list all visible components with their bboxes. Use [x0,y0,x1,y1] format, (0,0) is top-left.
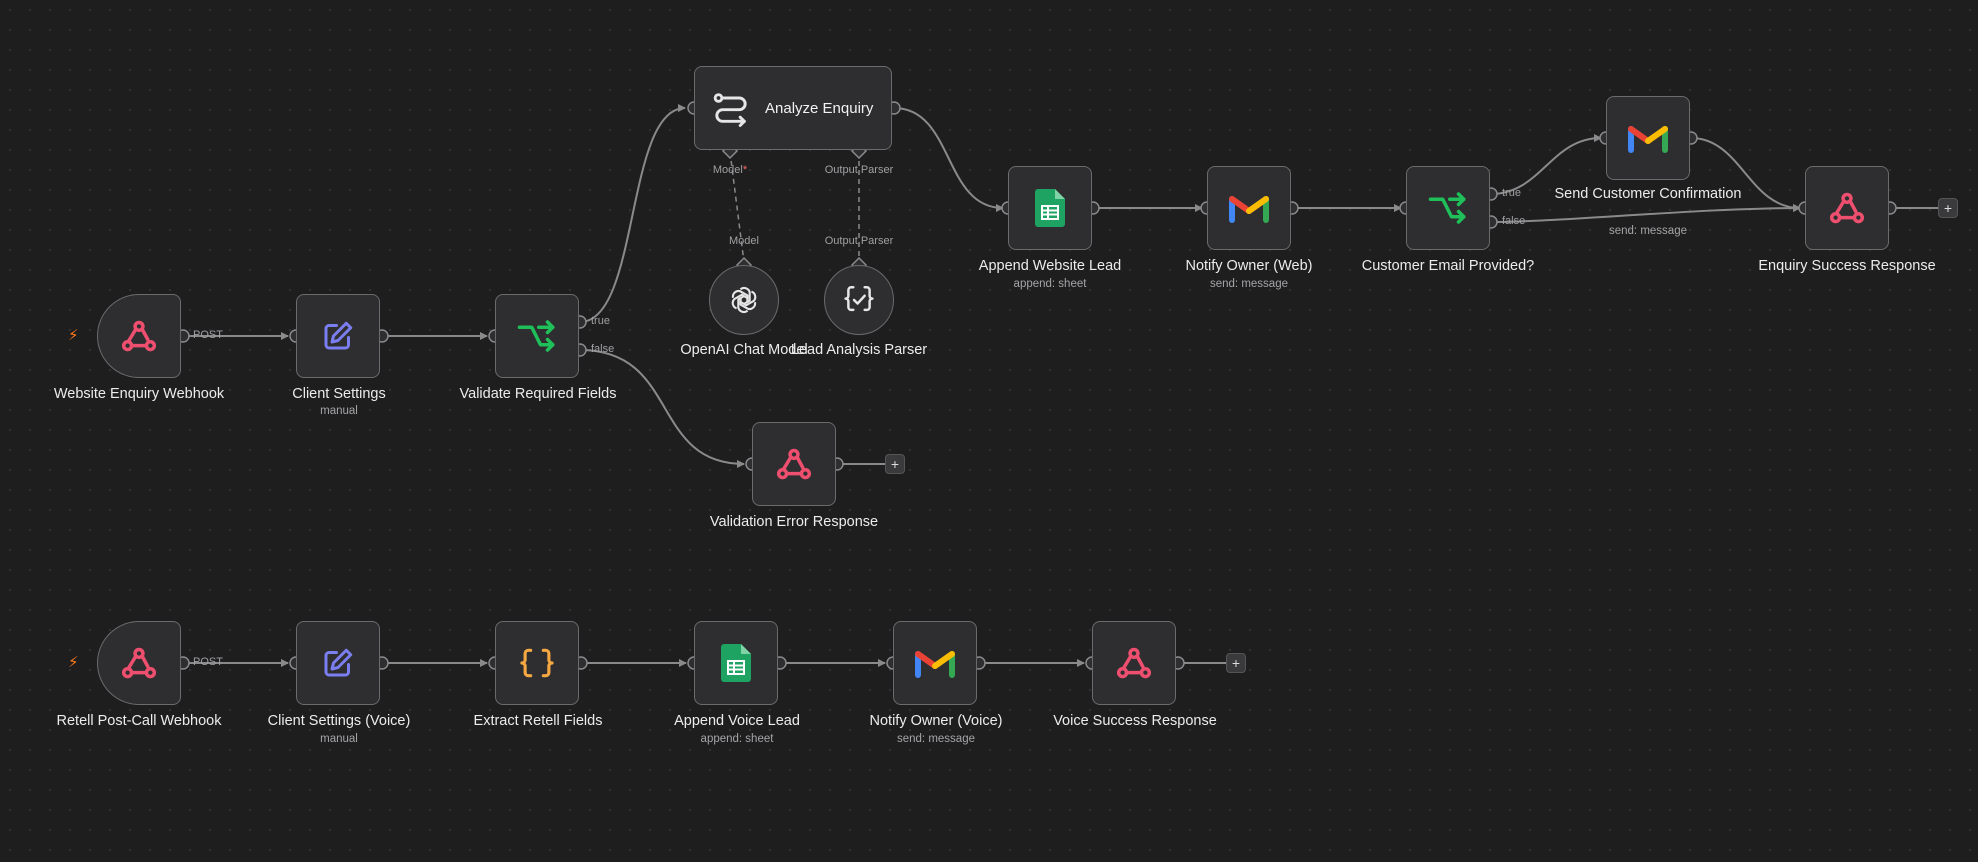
validation-error-response-label: Validation Error Response [709,514,879,530]
webhook-icon [1116,647,1152,679]
port-label-false: false [591,343,615,355]
retell-post-call-webhook-label: Retell Post-Call Webhook [56,713,222,729]
send-customer-confirmation-label: Send Customer Confirmation [1554,186,1742,202]
pencil-square-icon [324,321,353,350]
curly-braces-icon [520,648,554,678]
customer-email-check-label: Customer Email Provided? [1361,258,1535,274]
website-enquiry-webhook-node[interactable] [97,294,181,378]
notify-owner-web-label: Notify Owner (Web) [1185,258,1313,274]
branch-icon [1428,192,1466,224]
enquiry-success-response-label: Enquiry Success Response [1758,258,1936,274]
extract-retell-fields-node[interactable] [495,621,579,705]
openai-icon [731,286,757,314]
notify-owner-voice-label: Notify Owner (Voice) [869,713,1003,729]
webhook-icon [1829,192,1865,224]
port-label-output-parser: Output Parser [824,164,894,176]
append-website-lead-node[interactable] [1008,166,1092,250]
google-sheets-icon [1035,189,1065,227]
validate-required-fields-label: Validate Required Fields [459,386,617,402]
client-settings-sub: manual [320,405,358,417]
port-label-post: POST [193,329,223,341]
add-node-button[interactable]: + [1938,198,1958,218]
gmail-icon [915,651,955,678]
extract-retell-fields-label: Extract Retell Fields [473,713,603,729]
voice-success-response-label: Voice Success Response [1053,713,1217,729]
model-required-mark: * [742,164,748,176]
notify-owner-web-sub: send: message [1210,278,1288,290]
trigger-bolt-icon: ⚡ [68,654,79,671]
webhook-icon [776,448,812,480]
webhook-icon [121,647,157,679]
analyze-enquiry-title: Analyze Enquiry [765,99,874,117]
website-enquiry-webhook-label: Website Enquiry Webhook [53,386,225,402]
enquiry-success-response-node[interactable] [1805,166,1889,250]
ai-agent-icon [713,93,747,127]
notify-owner-voice-node[interactable] [893,621,977,705]
send-customer-confirmation-node[interactable] [1606,96,1690,180]
edge-check-false-success [1490,204,1801,223]
append-website-lead-sub: append: sheet [1013,278,1087,290]
append-website-lead-label: Append Website Lead [978,258,1122,274]
webhook-icon [121,320,157,352]
client-settings-label: Client Settings [292,386,386,402]
parser-port-label: Output Parser [824,235,894,247]
edge-analyze-append [893,107,1004,212]
lead-analysis-parser-node[interactable] [824,265,894,335]
validation-error-response-node[interactable] [752,422,836,506]
structured-parser-icon [844,286,874,312]
port-label-model: Model* [670,164,790,176]
analyze-enquiry-node[interactable]: Analyze Enquiry [694,66,892,150]
edge-validate-true-analyze [579,104,686,323]
model-port-text: Model [712,164,743,176]
validate-required-fields-node[interactable] [495,294,579,378]
send-customer-confirmation-sub: send: message [1609,225,1687,237]
trigger-bolt-icon: ⚡ [68,327,79,344]
client-settings-voice-sub: manual [320,733,358,745]
client-settings-node[interactable] [296,294,380,378]
gmail-icon [1229,196,1269,223]
port-label-true: true [1502,187,1521,199]
add-node-button[interactable]: + [1226,653,1246,673]
append-voice-lead-node[interactable] [694,621,778,705]
voice-success-response-node[interactable] [1092,621,1176,705]
lead-analysis-parser-label: Lead Analysis Parser [790,342,928,358]
google-sheets-icon [721,644,751,682]
add-node-button[interactable]: + [885,454,905,474]
notify-owner-voice-sub: send: message [897,733,975,745]
append-voice-lead-label: Append Voice Lead [674,713,800,729]
port-label-post: POST [193,656,223,668]
append-voice-lead-sub: append: sheet [700,733,774,745]
gmail-icon [1628,126,1668,153]
edge-validate-false-error [579,349,745,468]
client-settings-voice-node[interactable] [296,621,380,705]
openai-chat-model-node[interactable] [709,265,779,335]
notify-owner-web-node[interactable] [1207,166,1291,250]
client-settings-voice-label: Client Settings (Voice) [267,713,411,729]
branch-icon [517,320,555,352]
retell-post-call-webhook-node[interactable] [97,621,181,705]
port-label-true: true [591,315,610,327]
pencil-square-icon [324,648,353,677]
customer-email-check-node[interactable] [1406,166,1490,250]
port-label-false: false [1502,215,1526,227]
openai-port-label: Model [729,235,759,247]
